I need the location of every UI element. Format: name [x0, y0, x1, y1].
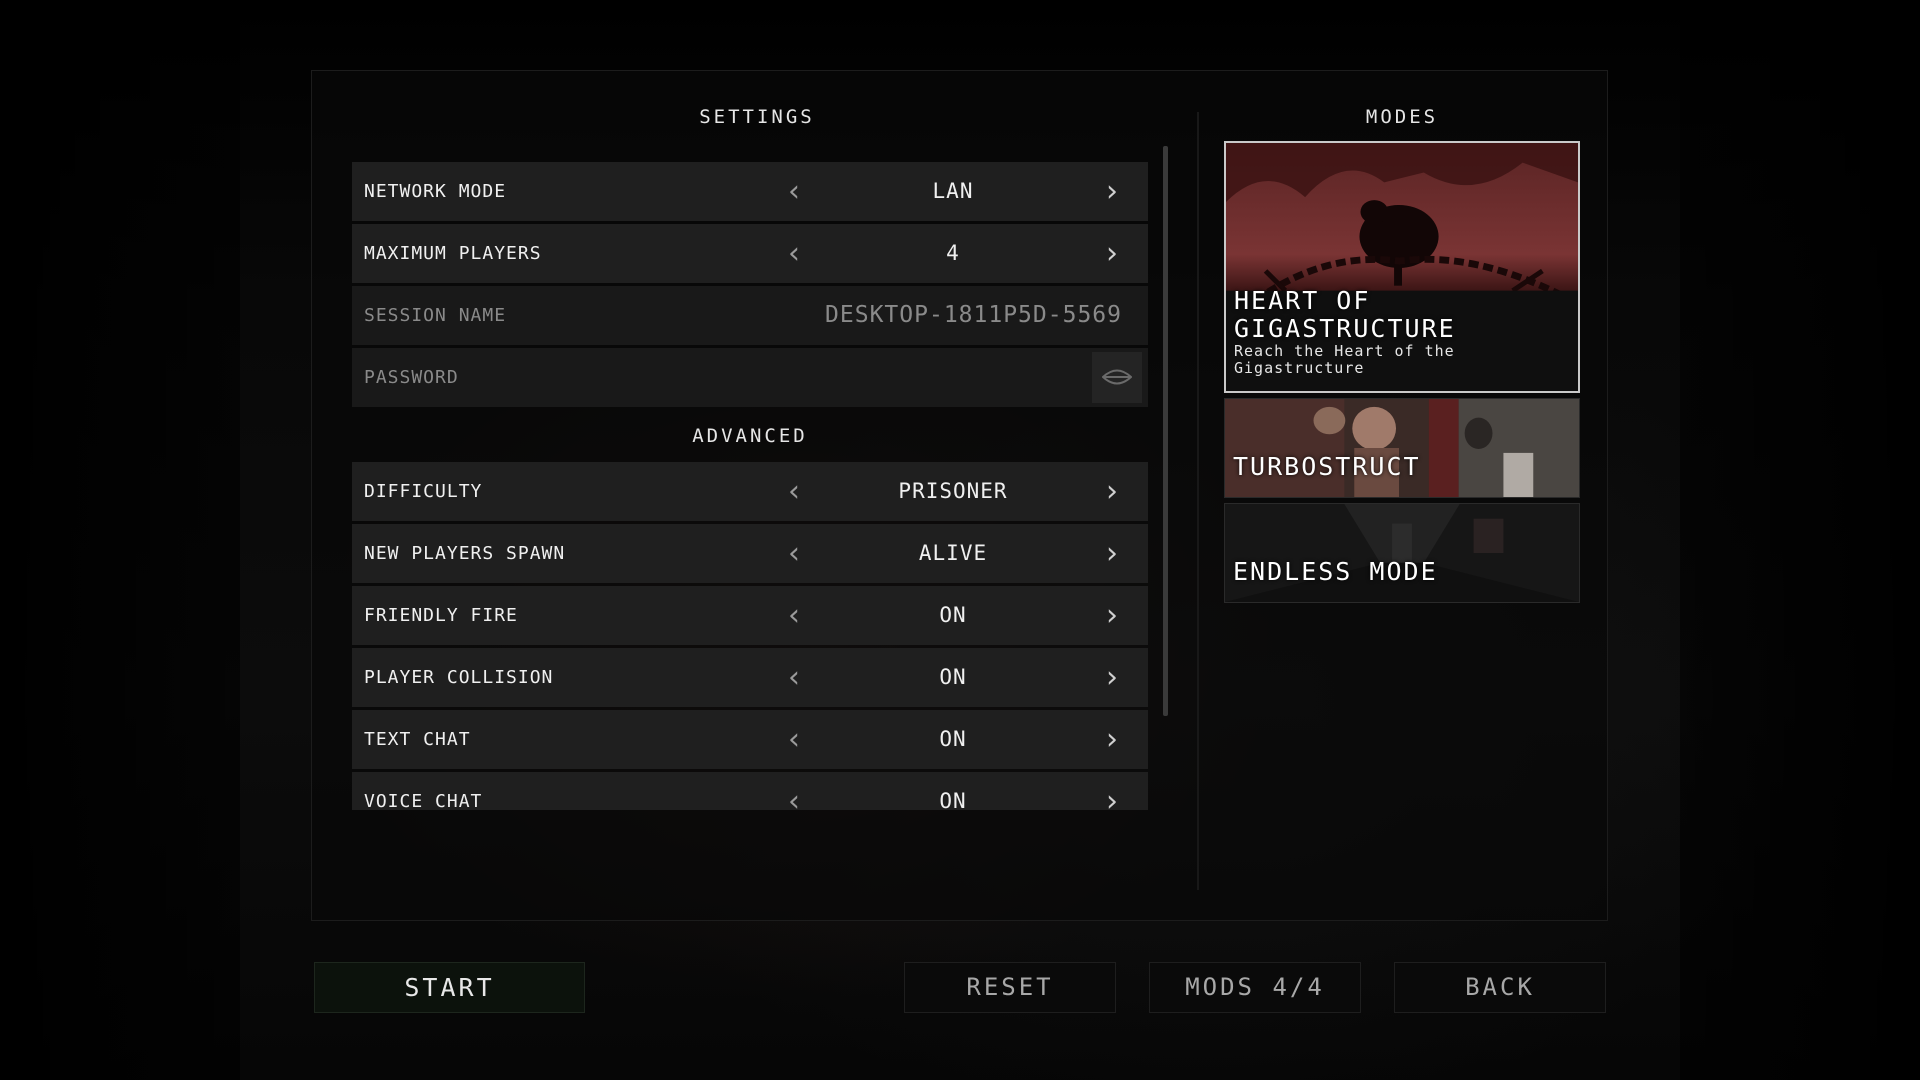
setting-label: SESSION NAME [364, 305, 507, 326]
mode-name: TURBOSTRUCT [1233, 452, 1421, 481]
settings-scrollbar[interactable] [1163, 146, 1168, 716]
chevron-left-icon[interactable]: ‹ [774, 524, 814, 583]
setting-value: ON [939, 603, 967, 627]
setting-row-session-name[interactable]: SESSION NAME DESKTOP-1811P5D-5569 [352, 286, 1148, 345]
setting-value: ALIVE [918, 541, 988, 565]
advanced-title: ADVANCED [692, 425, 808, 447]
eye-icon [1102, 369, 1132, 385]
setting-row-text-chat[interactable]: TEXT CHAT ‹ ON › [352, 710, 1148, 769]
setting-value: ON [939, 727, 967, 751]
chevron-right-icon[interactable]: › [1092, 462, 1132, 521]
chevron-right-icon[interactable]: › [1092, 524, 1132, 583]
chevron-right-icon[interactable]: › [1092, 710, 1132, 769]
setting-label: VOICE CHAT [364, 791, 483, 810]
chevron-right-icon[interactable]: › [1092, 772, 1132, 810]
modes-title: MODES [1365, 106, 1439, 128]
setting-label: FRIENDLY FIRE [364, 605, 518, 626]
setting-row-friendly-fire[interactable]: FRIENDLY FIRE ‹ ON › [352, 586, 1148, 645]
chevron-right-icon[interactable]: › [1092, 586, 1132, 645]
setting-value: 4 [946, 241, 960, 265]
setting-label: TEXT CHAT [364, 729, 471, 750]
setting-value: ON [939, 789, 967, 810]
password-visibility-button[interactable] [1092, 352, 1142, 403]
settings-list[interactable]: NETWORK MODE ‹ LAN › MAXIMUM PLAYERS ‹ 4… [352, 162, 1148, 810]
chevron-left-icon[interactable]: ‹ [774, 772, 814, 810]
chevron-left-icon[interactable]: ‹ [774, 710, 814, 769]
chevron-right-icon[interactable]: › [1092, 162, 1132, 221]
mode-name: HEART OF GIGASTRUCTURE [1234, 286, 1456, 343]
vignette-left [0, 0, 240, 1080]
back-button[interactable]: BACK [1394, 962, 1606, 1013]
mode-card-turbostruct[interactable]: TURBOSTRUCT [1224, 398, 1580, 498]
setting-row-maximum-players[interactable]: MAXIMUM PLAYERS ‹ 4 › [352, 224, 1148, 283]
mode-name: ENDLESS MODE [1233, 557, 1438, 586]
chevron-right-icon[interactable]: › [1092, 224, 1132, 283]
setting-row-network-mode[interactable]: NETWORK MODE ‹ LAN › [352, 162, 1148, 221]
setting-value: PRISONER [898, 479, 1008, 503]
setting-label: DIFFICULTY [364, 481, 483, 502]
setting-row-voice-chat[interactable]: VOICE CHAT ‹ ON › [352, 772, 1148, 810]
chevron-right-icon[interactable]: › [1092, 648, 1132, 707]
panel-divider [1197, 112, 1199, 890]
game-lobby-screen: SETTINGS NETWORK MODE ‹ LAN › MAXIMUM PL… [0, 0, 1920, 1080]
setting-label: MAXIMUM PLAYERS [364, 243, 542, 264]
setting-row-password[interactable]: PASSWORD [352, 348, 1148, 407]
chevron-left-icon[interactable]: ‹ [774, 462, 814, 521]
chevron-left-icon[interactable]: ‹ [774, 162, 814, 221]
mode-thumbnail [1225, 399, 1579, 497]
setting-row-new-players-spawn[interactable]: NEW PLAYERS SPAWN ‹ ALIVE › [352, 524, 1148, 583]
settings-title: SETTINGS [699, 106, 815, 128]
setting-row-difficulty[interactable]: DIFFICULTY ‹ PRISONER › [352, 462, 1148, 521]
mode-card-heart-of-gigastructure[interactable]: HEART OF GIGASTRUCTURE Reach the Heart o… [1224, 141, 1580, 393]
chevron-left-icon[interactable]: ‹ [774, 224, 814, 283]
mods-button[interactable]: MODS 4/4 [1149, 962, 1361, 1013]
setting-label: NETWORK MODE [364, 181, 507, 202]
vignette-right [1680, 0, 1920, 1080]
setting-value: LAN [932, 179, 974, 203]
mode-thumbnail [1225, 504, 1579, 602]
setting-label: PLAYER COLLISION [364, 667, 554, 688]
start-button[interactable]: START [314, 962, 585, 1013]
mode-description: Reach the Heart of the Gigastructure [1234, 342, 1455, 377]
mode-card-endless-mode[interactable]: ENDLESS MODE [1224, 503, 1580, 603]
reset-button[interactable]: RESET [904, 962, 1116, 1013]
setting-label: NEW PLAYERS SPAWN [364, 543, 566, 564]
session-name-input[interactable]: DESKTOP-1811P5D-5569 [752, 286, 1122, 345]
setting-value: ON [939, 665, 967, 689]
setting-label: PASSWORD [364, 367, 459, 388]
chevron-left-icon[interactable]: ‹ [774, 586, 814, 645]
setting-row-player-collision[interactable]: PLAYER COLLISION ‹ ON › [352, 648, 1148, 707]
chevron-left-icon[interactable]: ‹ [774, 648, 814, 707]
